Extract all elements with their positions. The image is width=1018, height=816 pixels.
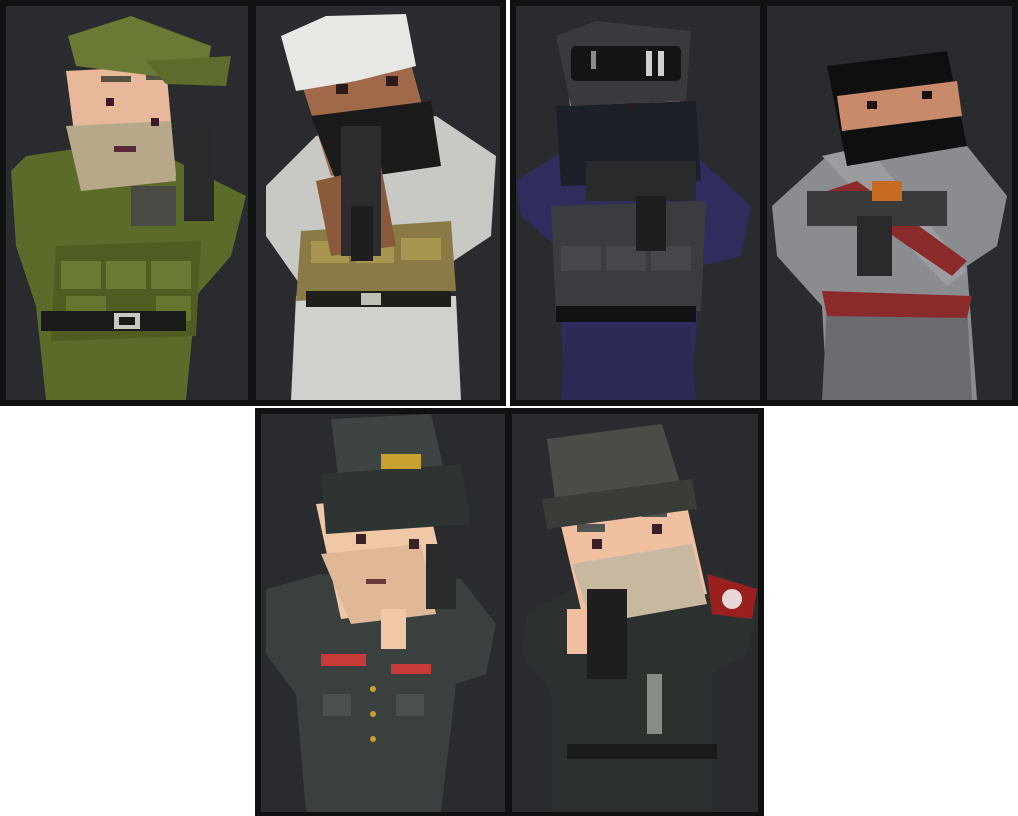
desert-fighter-figure (266, 14, 496, 400)
officer-figure (266, 414, 496, 812)
character-card-green-soldier[interactable] (6, 6, 248, 400)
armband-soldier-figure (522, 424, 757, 812)
character-group-3 (255, 408, 764, 816)
character-card-night-operator[interactable] (516, 6, 760, 400)
character-card-armband-soldier[interactable] (512, 414, 758, 812)
character-group-1 (0, 0, 506, 406)
masked-gunner-figure (772, 51, 1007, 400)
character-group-2 (510, 0, 1018, 406)
character-card-masked-gunner[interactable] (767, 6, 1012, 400)
night-operator-figure (516, 21, 751, 400)
character-card-officer[interactable] (261, 414, 505, 812)
character-card-desert-fighter[interactable] (256, 6, 500, 400)
green-soldier-figure (11, 16, 246, 400)
